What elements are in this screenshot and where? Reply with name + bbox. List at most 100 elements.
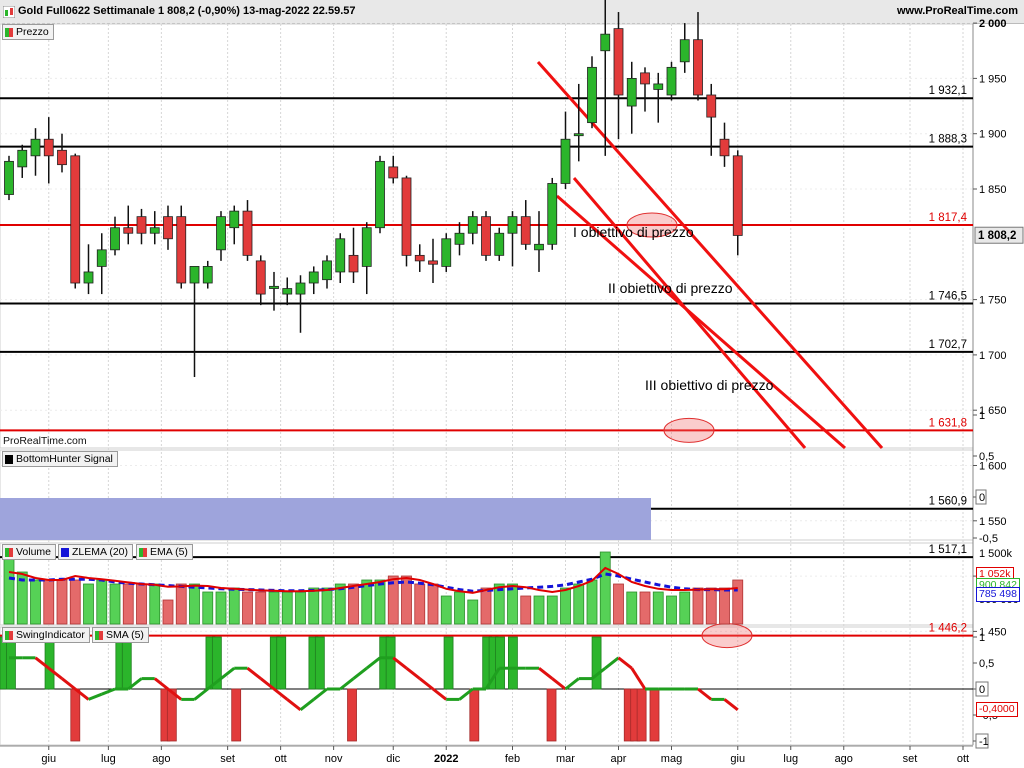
swing-axis-label: 0 [979, 684, 985, 696]
candle-body [560, 138, 571, 184]
swing-bar [231, 688, 242, 742]
legend-volume[interactable]: Volume [2, 544, 57, 560]
volume-bar [30, 579, 41, 625]
candle-body [348, 254, 359, 273]
price-axis-label: 1 850 [979, 184, 1007, 196]
legend-swatch [5, 27, 13, 37]
legend-swatch [5, 454, 13, 464]
candle-body [269, 285, 279, 289]
month-label: lug [101, 753, 116, 765]
target-label: I obiettivo di prezzo [573, 224, 694, 240]
candle-body [454, 232, 465, 245]
price-axis-label: 1 700 [979, 350, 1007, 362]
volume-bar [308, 587, 320, 625]
candle-body [136, 216, 147, 234]
month-label: 2022 [434, 753, 458, 765]
candle-body [242, 210, 253, 256]
volume-bar [215, 591, 227, 625]
candle-body [189, 266, 200, 284]
price-axis-label: 1 900 [979, 129, 1007, 141]
volume-bar [96, 579, 108, 625]
level-label: 1 817,4 [929, 212, 968, 224]
legend-prezzo[interactable]: Prezzo [2, 24, 54, 40]
target-label: II obiettivo di prezzo [608, 280, 733, 296]
candle-body [375, 160, 385, 229]
candle-body [600, 33, 611, 52]
legend-swatch [5, 547, 13, 557]
chart-area[interactable]: 1 932,1 1 888,3 1 817,4 1 746,5 1 702,7 1 631… [0, 0, 1024, 768]
swing-bar [636, 688, 647, 742]
volume-bar [175, 583, 187, 625]
swing-bar [385, 636, 396, 690]
volume-bar [295, 591, 306, 625]
legend-ema[interactable]: EMA (5) [136, 544, 193, 560]
legend-label: Prezzo [16, 26, 49, 38]
swing-bar [6, 636, 16, 690]
candle-body [96, 249, 107, 267]
legend-zlema[interactable]: ZLEMA (20) [58, 544, 134, 560]
month-label: ago [835, 753, 853, 765]
candle-body [547, 183, 558, 245]
volume-bar [414, 583, 426, 625]
candle-body [110, 227, 120, 251]
level-label: 1 517,1 [929, 544, 967, 556]
candle-body [123, 227, 134, 234]
signal-axis-label: 0 [979, 492, 985, 504]
swing-value-box: -0,4000 [976, 702, 1018, 717]
candle-body [587, 66, 597, 124]
level-label: 1 631,8 [929, 417, 967, 429]
volume-bar [480, 587, 492, 625]
candle-body [481, 216, 491, 256]
month-label: feb [505, 753, 520, 765]
candle-body [335, 238, 346, 273]
swing-axis-label: 0,5 [979, 658, 994, 670]
candle-body [414, 254, 425, 262]
swing-bar [121, 636, 132, 690]
volume-bar [732, 579, 744, 625]
legend-swatch [61, 547, 69, 557]
legend-swatch [5, 630, 13, 640]
candle-body [653, 83, 664, 90]
candle-body [43, 138, 54, 157]
month-label: giu [730, 753, 745, 765]
candle-body [282, 288, 293, 295]
candle-body [149, 227, 160, 234]
volume-bar [321, 587, 333, 625]
volume-bar [255, 591, 267, 625]
month-label: mar [556, 753, 575, 765]
candle-body [520, 216, 531, 245]
volume-bar [149, 583, 161, 625]
volume-bar [533, 595, 545, 625]
candle-body [679, 39, 690, 63]
candle-body [719, 138, 730, 157]
month-label: ago [152, 753, 170, 765]
legend-label: SMA (5) [106, 629, 144, 641]
month-label: set [220, 753, 235, 765]
candle-body [613, 28, 624, 96]
volume-bar [613, 583, 624, 625]
volume-bar [586, 579, 598, 625]
volume-bar [652, 591, 664, 625]
candle-body [706, 94, 717, 118]
candle-body [295, 282, 306, 295]
candle-body [4, 160, 14, 195]
candle-body [441, 238, 452, 267]
candle-body [467, 216, 478, 234]
candle-body [640, 72, 650, 85]
swing-bar [314, 636, 325, 690]
candle-body [30, 138, 41, 157]
volume-bar [599, 551, 611, 625]
level-label: 1 702,7 [929, 339, 967, 351]
legend-bottomhunter[interactable]: BottomHunter Signal [2, 451, 118, 467]
legend-label: BottomHunter Signal [16, 453, 113, 465]
legend-label: SwingIndicator [16, 629, 85, 641]
legend-swingindicator[interactable]: SwingIndicator [2, 627, 90, 643]
volume-bar [427, 583, 439, 625]
swing-bar [70, 688, 81, 742]
volume-bar [520, 595, 532, 625]
candle-body [176, 216, 187, 284]
legend-sma[interactable]: SMA (5) [92, 627, 149, 643]
volume-bar [43, 579, 55, 625]
candle-body [17, 149, 28, 168]
price-axis-label: 1 550 [979, 516, 1007, 528]
